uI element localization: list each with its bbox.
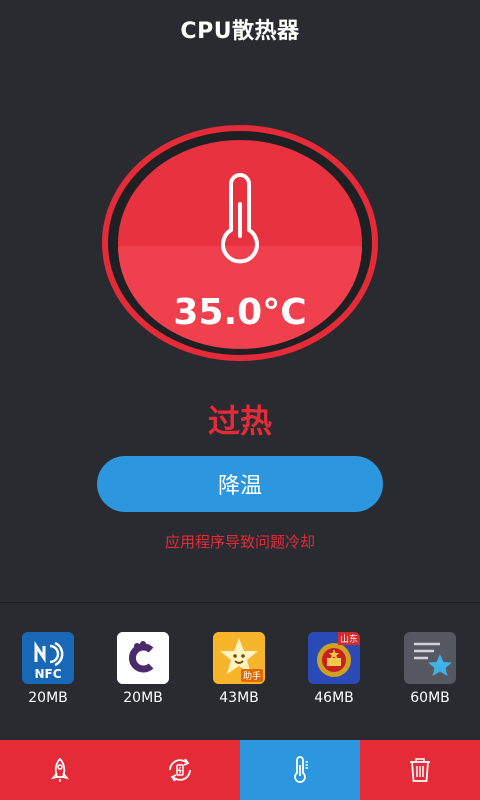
- hint-text: 应用程序导致问题冷却: [164, 533, 315, 551]
- temperature-gauge: 35.0°C: [101, 124, 379, 362]
- nav-cpu-cooler-button[interactable]: [240, 740, 360, 800]
- app-size: 20MB: [123, 690, 163, 706]
- thermometer-icon: [294, 756, 308, 783]
- refresh-battery-icon: [169, 758, 191, 782]
- bottom-navigation: [0, 740, 480, 800]
- header: CPU散热器: [0, 0, 480, 58]
- app-item[interactable]: 60MB: [390, 632, 470, 706]
- page-title: CPU散热器: [180, 19, 300, 44]
- nav-clean-button[interactable]: [360, 740, 480, 800]
- app-list: NFC 20MB 20MB 助手 43MB 山东 46MB 60MB: [0, 632, 480, 712]
- app-size: 20MB: [28, 690, 68, 706]
- app-size: 60MB: [410, 690, 450, 706]
- app-item[interactable]: 山东 46MB: [294, 632, 374, 706]
- nav-battery-button[interactable]: [120, 740, 240, 800]
- divider: [0, 602, 480, 603]
- emblem-app-icon: 山东: [308, 632, 360, 684]
- app-size: 46MB: [314, 690, 354, 706]
- temperature-value: 35.0°C: [173, 292, 307, 333]
- c-app-icon: [117, 632, 169, 684]
- app-item[interactable]: 助手 43MB: [199, 632, 279, 706]
- rocket-icon: [50, 757, 70, 782]
- app-item[interactable]: 20MB: [103, 632, 183, 706]
- cool-down-button[interactable]: 降温: [97, 456, 383, 512]
- nav-boost-button[interactable]: [0, 740, 120, 800]
- trash-icon: [410, 758, 430, 782]
- star-helper-app-icon: 助手: [213, 632, 265, 684]
- nfc-app-icon: NFC: [22, 632, 74, 684]
- status-label: 过热: [207, 402, 272, 440]
- app-size: 43MB: [219, 690, 259, 706]
- app-item[interactable]: NFC 20MB: [8, 632, 88, 706]
- cool-down-label: 降温: [217, 473, 262, 498]
- notes-star-app-icon: [404, 632, 456, 684]
